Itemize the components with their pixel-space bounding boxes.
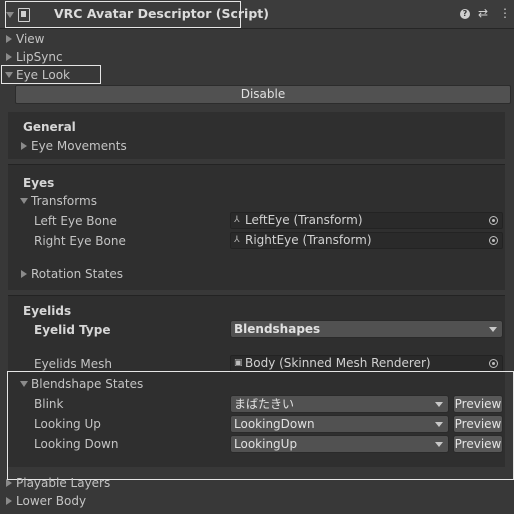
eyes-title: Eyes [23,176,55,190]
rotation-states-foldout[interactable]: Rotation States [31,266,123,282]
chevron-down-icon [489,327,497,332]
view-foldout-arrow[interactable] [6,35,12,43]
more-options-icon[interactable]: ⋮ [499,6,511,20]
eyelids-mesh-field[interactable]: ▣ Body (Skinned Mesh Renderer) [230,355,503,372]
lipsync-foldout-arrow[interactable] [6,53,12,61]
transform-icon: ⅄ [234,235,240,245]
eyelids-mesh-value: Body (Skinned Mesh Renderer) [245,356,431,370]
help-icon[interactable]: ? [460,9,470,19]
section-view[interactable]: View [16,31,44,47]
section-playable-layers[interactable]: Playable Layers [16,475,110,491]
right-eye-bone-label: Right Eye Bone [34,234,126,248]
lower-body-foldout-arrow[interactable] [6,497,12,505]
playable-layers-foldout-arrow[interactable] [6,479,12,487]
eye-movements-foldout[interactable]: Eye Movements [31,138,127,154]
transforms-foldout-arrow[interactable] [20,198,28,204]
eye-movements-foldout-arrow[interactable] [21,142,27,150]
right-eye-bone-value: RightEye (Transform) [245,233,372,247]
eyes-divider [8,164,505,165]
highlight-header [5,1,241,28]
eyelid-type-value: Blendshapes [234,322,321,336]
preset-icon[interactable]: ⇄ [478,7,488,19]
section-lower-body[interactable]: Lower Body [16,493,86,509]
transforms-foldout[interactable]: Transforms [31,193,97,209]
general-title: General [23,120,76,134]
left-eye-bone-field[interactable]: ⅄ LeftEye (Transform) [230,212,503,229]
left-eye-bone-label: Left Eye Bone [34,214,117,228]
highlight-blendshape-states [7,371,514,480]
left-eye-bone-value: LeftEye (Transform) [245,213,363,227]
right-eye-bone-field[interactable]: ⅄ RightEye (Transform) [230,232,503,249]
section-lipsync[interactable]: LipSync [16,49,63,65]
skinned-mesh-icon: ▣ [234,358,243,368]
transform-icon: ⅄ [234,215,240,225]
highlight-eye-look [1,65,101,84]
object-picker-icon[interactable] [489,216,498,225]
eyelid-type-label: Eyelid Type [34,323,111,337]
disable-button-label: Disable [240,87,286,101]
disable-button[interactable]: Disable [15,85,511,104]
object-picker-icon[interactable] [489,236,498,245]
rotation-states-foldout-arrow[interactable] [21,270,27,278]
eyelids-title: Eyelids [23,304,72,318]
object-picker-icon[interactable] [489,359,498,368]
eyelids-divider [8,295,505,296]
eyelid-type-dropdown[interactable]: Blendshapes [230,320,503,338]
eyelids-mesh-label: Eyelids Mesh [34,357,113,371]
